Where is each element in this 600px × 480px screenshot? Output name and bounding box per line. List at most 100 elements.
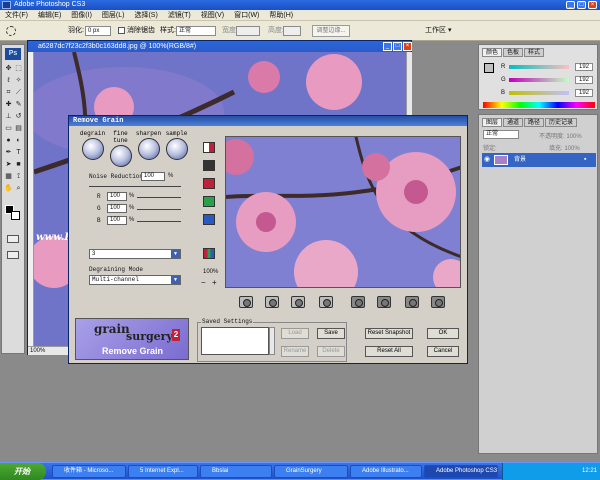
- blue-channel-icon[interactable]: [203, 214, 215, 225]
- clone-stamp-icon[interactable]: ⊥: [4, 113, 13, 121]
- history-brush-icon[interactable]: ↺: [14, 113, 23, 121]
- channel-g-input[interactable]: 100: [107, 204, 127, 213]
- tab-swatches[interactable]: 色板: [503, 48, 524, 57]
- menu-edit[interactable]: 编辑(E): [33, 10, 66, 21]
- zoom-in-button[interactable]: +: [212, 278, 217, 287]
- taskbar-item-illustrator[interactable]: Adobe Illustrato...: [350, 465, 422, 478]
- color-b-value[interactable]: 192: [575, 89, 593, 97]
- cancel-button[interactable]: Cancel: [427, 346, 459, 357]
- color-r-slider[interactable]: [509, 65, 569, 69]
- channel-r-input[interactable]: 100: [107, 192, 127, 201]
- reset-all-button[interactable]: Reset All: [365, 346, 413, 357]
- layer-row-background[interactable]: ◉ 背景 ▪: [482, 153, 596, 167]
- gradient-tool-icon[interactable]: ▤: [14, 125, 23, 133]
- doc-minimize-button[interactable]: _: [383, 42, 392, 51]
- type-tool-icon[interactable]: T: [14, 149, 23, 157]
- tab-sharpen[interactable]: sharpen: [135, 130, 162, 164]
- doc-close-button[interactable]: ×: [403, 42, 412, 51]
- eraser-tool-icon[interactable]: ▭: [4, 125, 13, 133]
- noise-reduction-input[interactable]: 100: [141, 172, 165, 181]
- color-b-slider[interactable]: [509, 91, 569, 95]
- menu-layer[interactable]: 图层(L): [97, 10, 130, 21]
- zoom-tool-icon[interactable]: ⌕: [14, 185, 23, 193]
- maximize-button[interactable]: □: [577, 1, 586, 9]
- restore-snapshot-4-icon[interactable]: [431, 296, 445, 308]
- load-button[interactable]: Load: [281, 328, 309, 339]
- antialias-checkbox[interactable]: [118, 27, 125, 34]
- crop-tool-icon[interactable]: ⌗: [4, 89, 13, 97]
- move-tool-icon[interactable]: ✥: [4, 65, 13, 73]
- ok-button[interactable]: OK: [427, 328, 459, 339]
- eyedropper-icon[interactable]: ⟟: [14, 173, 23, 181]
- split-view-icon[interactable]: [203, 142, 215, 153]
- brush-tool-icon[interactable]: ✎: [14, 101, 23, 109]
- taskbar-item-grainsurgery[interactable]: GrainSurgery: [274, 465, 348, 478]
- width-input[interactable]: [236, 26, 260, 36]
- eye-icon[interactable]: ◉: [484, 153, 490, 167]
- color-spectrum-bar[interactable]: [483, 102, 595, 108]
- taskbar-item-photoshop[interactable]: Adobe Photoshop CS3: [424, 465, 498, 478]
- rgb-view-icon[interactable]: [203, 248, 215, 259]
- taskbar-item-outlook[interactable]: 收件箱 - Microso...: [52, 465, 126, 478]
- clock[interactable]: 12:21: [582, 468, 597, 474]
- lasso-tool-icon[interactable]: ℓ: [4, 77, 13, 85]
- save-button[interactable]: Save: [317, 328, 345, 339]
- preset-select[interactable]: 3 ▼: [89, 249, 181, 259]
- color-g-value[interactable]: 192: [575, 76, 593, 84]
- doc-maximize-button[interactable]: □: [393, 42, 402, 51]
- compare-view-icon[interactable]: [203, 160, 215, 171]
- healing-brush-icon[interactable]: ✚: [4, 101, 13, 109]
- taskbar-item-ie[interactable]: 5 Internet Expl...: [128, 465, 198, 478]
- fill-field[interactable]: 填充: 100%: [549, 143, 580, 152]
- minimize-button[interactable]: _: [566, 1, 575, 9]
- snapshot-2-icon[interactable]: [265, 296, 279, 308]
- menu-image[interactable]: 图像(I): [66, 10, 97, 21]
- start-button[interactable]: 开始: [0, 463, 46, 480]
- color-r-value[interactable]: 192: [575, 63, 593, 71]
- tab-fine-tune[interactable]: fine tune: [107, 130, 134, 167]
- restore-snapshot-2-icon[interactable]: [377, 296, 391, 308]
- tab-history[interactable]: 历史记录: [545, 118, 578, 127]
- elliptical-marquee-icon[interactable]: [6, 26, 16, 36]
- feather-input[interactable]: 0 px: [85, 26, 111, 36]
- restore-snapshot-1-icon[interactable]: [351, 296, 365, 308]
- blur-tool-icon[interactable]: ●: [4, 137, 13, 145]
- tab-sample[interactable]: sample: [163, 130, 190, 164]
- color-g-slider[interactable]: [509, 78, 569, 82]
- green-channel-icon[interactable]: [203, 196, 215, 207]
- pen-tool-icon[interactable]: ✒: [4, 149, 13, 157]
- channel-r-slider[interactable]: [137, 197, 181, 198]
- hand-tool-icon[interactable]: ✋: [4, 185, 13, 193]
- blend-mode-select[interactable]: 正常: [483, 130, 519, 139]
- preview-image[interactable]: [225, 136, 461, 288]
- menu-select[interactable]: 选择(S): [129, 10, 162, 21]
- channel-b-input[interactable]: 100: [107, 216, 127, 225]
- menu-filter[interactable]: 滤镜(T): [163, 10, 196, 21]
- tab-styles[interactable]: 样式: [524, 48, 545, 57]
- snapshot-1-icon[interactable]: [239, 296, 253, 308]
- shape-tool-icon[interactable]: ■: [14, 161, 23, 169]
- quick-mask-icon[interactable]: [7, 235, 19, 243]
- rename-button[interactable]: Rename: [281, 346, 309, 357]
- taskbar-item-bbslai[interactable]: Bbslai: [200, 465, 272, 478]
- snapshot-4-icon[interactable]: [319, 296, 333, 308]
- opacity-field[interactable]: 不透明度: 100%: [539, 131, 582, 140]
- snapshot-3-icon[interactable]: [291, 296, 305, 308]
- menu-window[interactable]: 窗口(W): [229, 10, 264, 21]
- menu-help[interactable]: 帮助(H): [264, 10, 298, 21]
- degraining-mode-select[interactable]: Multi-channel ▼: [89, 275, 181, 285]
- tab-color[interactable]: 颜色: [482, 48, 503, 57]
- close-button[interactable]: ×: [588, 1, 597, 9]
- zoom-level[interactable]: 100%: [30, 347, 45, 355]
- marquee-tool-icon[interactable]: ⬚: [14, 65, 23, 73]
- tab-channels[interactable]: 通道: [503, 118, 524, 127]
- restore-snapshot-3-icon[interactable]: [405, 296, 419, 308]
- noise-reduction-slider[interactable]: [89, 186, 181, 187]
- screen-mode-icon[interactable]: [7, 251, 19, 259]
- background-color-swatch[interactable]: [11, 211, 20, 220]
- menu-file[interactable]: 文件(F): [0, 10, 33, 21]
- magic-wand-tool-icon[interactable]: ✧: [14, 77, 23, 85]
- style-select[interactable]: 正常: [176, 26, 216, 36]
- path-select-icon[interactable]: ➤: [4, 161, 13, 169]
- red-channel-icon[interactable]: [203, 178, 215, 189]
